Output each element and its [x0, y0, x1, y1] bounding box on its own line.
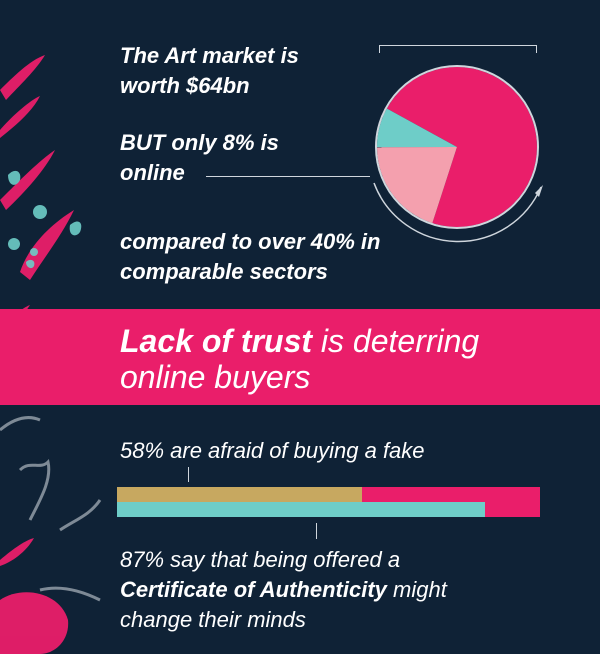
- comparison-text: compared to over 40% in comparable secto…: [120, 227, 380, 287]
- online-share-text: BUT only 8% is online: [120, 128, 279, 188]
- certificate-line-2: Certificate of Authenticity might: [120, 575, 447, 605]
- certificate-bold-text: Certificate of Authenticity: [120, 577, 387, 602]
- infographic: The Art market is worth $64bn BUT only 8…: [0, 0, 600, 654]
- certificate-line-3: change their minds: [120, 607, 306, 632]
- compared-line-2: comparable sectors: [120, 259, 328, 284]
- pie-connector-line: [206, 176, 370, 177]
- market-size-text: The Art market is worth $64bn: [120, 41, 299, 101]
- percentage-bars: [117, 487, 540, 517]
- grey-brush-strokes: [0, 416, 102, 602]
- certificate-bar-fill: [117, 502, 485, 517]
- online-share-pie-chart: [373, 65, 543, 243]
- fake-bar-fill: [117, 487, 363, 502]
- compared-line-1: compared to over 40% in: [120, 229, 381, 254]
- headline-line-2: online buyers: [120, 359, 311, 395]
- online-line-1: BUT only 8% is: [120, 130, 279, 155]
- headline-text: Lack of trust is deterring online buyers: [120, 323, 590, 395]
- certificate-line-2-rest: might: [386, 577, 447, 602]
- certificate-line-1: 87% say that being offered a: [120, 547, 401, 572]
- certificate-text: 87% say that being offered a Certificate…: [120, 545, 447, 635]
- fake-fear-text: 58% are afraid of buying a fake: [120, 438, 425, 463]
- market-line-1: The Art market is: [120, 43, 299, 68]
- fake-connector-tick: [188, 467, 189, 482]
- online-line-2: online: [120, 160, 185, 185]
- certificate-connector-tick: [316, 523, 317, 539]
- headline-bold-text: Lack of trust: [120, 323, 313, 359]
- fake-bar-track: [117, 487, 540, 502]
- pie-top-bracket: [379, 45, 537, 46]
- certificate-bar-track: [117, 502, 540, 517]
- pie-slices: [377, 67, 537, 228]
- headline-banner: Lack of trust is deterring online buyers: [0, 309, 600, 405]
- headline-line-1-rest: is deterring: [312, 323, 480, 359]
- market-line-2: worth $64bn: [120, 73, 250, 98]
